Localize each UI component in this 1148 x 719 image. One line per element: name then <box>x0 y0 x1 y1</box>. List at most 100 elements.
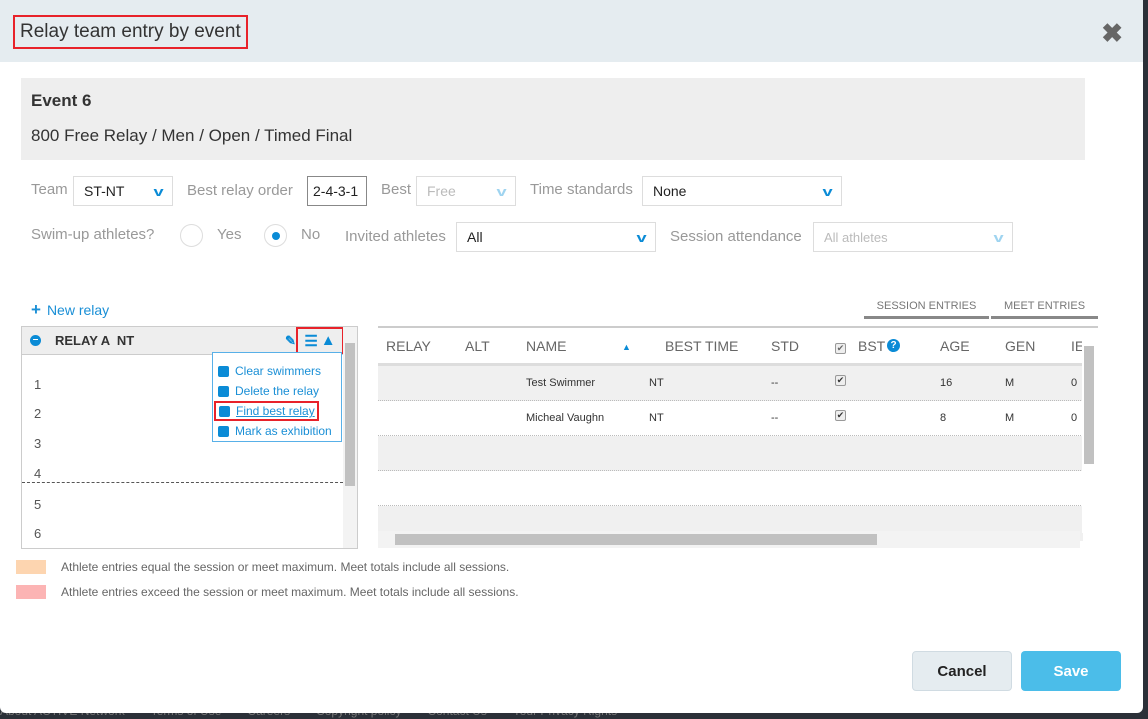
bullet-icon <box>218 385 229 397</box>
col-gen[interactable]: GEN <box>1005 338 1035 354</box>
triangle-up-icon: ▲ <box>320 332 336 349</box>
relay-header: – RELAY A NT ✎ ☰ ▲ <box>22 327 357 355</box>
ie: 0 <box>1071 412 1078 424</box>
athlete-name: Micheal Vaughn <box>526 412 605 424</box>
attendance-select[interactable]: All athletes v <box>813 222 1013 252</box>
time-standards-label: Time standards <box>530 181 633 198</box>
menu-icon: ☰ <box>304 332 318 350</box>
col-relay[interactable]: RELAY <box>386 338 431 354</box>
col-age[interactable]: AGE <box>940 338 970 354</box>
bullet-icon <box>218 365 229 377</box>
event-info: Event 6 800 Free Relay / Men / Open / Ti… <box>21 78 1085 160</box>
close-icon[interactable]: ✖ <box>1101 18 1123 49</box>
select-all-checkbox[interactable]: ✔ <box>835 343 846 354</box>
equal-swatch <box>16 560 46 574</box>
menu-label: Mark as exhibition <box>235 424 332 438</box>
age: 8 <box>940 412 947 424</box>
attendance-label: Session attendance <box>670 228 802 245</box>
plus-icon: + <box>31 300 41 319</box>
divider <box>22 482 343 483</box>
legend-exceed: Athlete entries exceed the session or me… <box>16 585 616 601</box>
menu-label: Find best relay <box>236 404 315 418</box>
invited-select[interactable]: All v <box>456 222 656 252</box>
relay-actions-menu: Clear swimmers Delete the relay Find bes… <box>212 352 342 442</box>
edit-icon[interactable]: ✎ <box>285 333 296 349</box>
event-description: 800 Free Relay / Men / Open / Timed Fina… <box>31 126 353 145</box>
team-label: Team <box>31 181 68 198</box>
save-button[interactable]: Save <box>1021 651 1121 691</box>
slot-number: 6 <box>34 526 42 541</box>
col-best-time[interactable]: BEST TIME <box>665 338 738 354</box>
slot-number: 4 <box>34 466 42 481</box>
attendance-value: All athletes <box>824 229 888 245</box>
sort-asc-icon[interactable]: ▲ <box>622 342 631 352</box>
collapse-icon[interactable]: – <box>30 335 41 346</box>
bullet-icon <box>218 425 229 437</box>
legend-text: Athlete entries equal the session or mee… <box>61 560 510 574</box>
relay-scrollbar[interactable] <box>343 327 357 548</box>
time-standards-select[interactable]: None v <box>642 176 842 206</box>
athlete-name: Test Swimmer <box>526 377 596 389</box>
modal-header: Relay team entry by event ✖ <box>0 0 1143 62</box>
ie: 0 <box>1071 377 1078 389</box>
bst-checkbox[interactable]: ✔ <box>835 410 846 421</box>
bullet-icon <box>219 405 230 417</box>
exceed-swatch <box>16 585 46 599</box>
best-order-label: Best relay order <box>187 182 293 199</box>
chevron-down-icon: v <box>636 229 647 245</box>
menu-label: Clear swimmers <box>235 364 322 378</box>
tab-meet-entries[interactable]: MEET ENTRIES <box>991 300 1098 319</box>
gender: M <box>1005 377 1015 389</box>
chevron-down-icon: v <box>496 183 507 199</box>
best-time: NT <box>649 377 664 389</box>
cancel-button[interactable]: Cancel <box>912 651 1012 691</box>
invited-value: All <box>467 229 483 245</box>
chevron-down-icon: v <box>993 229 1004 245</box>
slot-number: 3 <box>34 436 42 451</box>
no-label: No <box>301 226 321 243</box>
col-std[interactable]: STD <box>771 338 799 354</box>
table-row[interactable]: Test Swimmer NT -- ✔ 16 M 0 <box>378 366 1083 401</box>
relay-entry-modal: Relay team entry by event ✖ Event 6 800 … <box>0 0 1143 713</box>
chevron-down-icon: v <box>822 183 833 199</box>
col-bst[interactable]: BST <box>858 338 885 354</box>
swimup-yes-radio[interactable] <box>180 224 203 247</box>
best-order-input[interactable]: 2-4-3-1 <box>307 176 367 206</box>
yes-label: Yes <box>217 226 242 243</box>
grid-hscroll[interactable] <box>378 531 1080 548</box>
legend-text: Athlete entries exceed the session or me… <box>61 585 519 599</box>
slot-number: 2 <box>34 406 42 421</box>
chevron-down-icon: v <box>153 183 164 199</box>
team-select[interactable]: ST-NT v <box>73 176 173 206</box>
legend-equal: Athlete entries equal the session or mee… <box>16 560 616 576</box>
help-icon[interactable]: ? <box>887 339 900 352</box>
col-name[interactable]: NAME <box>526 338 566 354</box>
table-row[interactable]: Micheal Vaughn NT -- ✔ 8 M 0 <box>378 401 1083 436</box>
athlete-grid: RELAY ALT NAME ▲ BEST TIME STD ✔ BST ? A… <box>378 326 1098 549</box>
menu-item-find-best-relay[interactable]: Find best relay <box>214 401 319 421</box>
relay-menu-toggle[interactable]: ☰ ▲ <box>296 327 344 354</box>
table-row <box>378 436 1083 471</box>
bst-checkbox[interactable]: ✔ <box>835 375 846 386</box>
col-alt[interactable]: ALT <box>465 338 490 354</box>
best-time: NT <box>649 412 664 424</box>
age: 16 <box>940 377 953 389</box>
menu-item-clear-swimmers[interactable]: Clear swimmers <box>213 361 341 381</box>
std: -- <box>771 377 779 389</box>
gender: M <box>1005 412 1015 424</box>
swimup-no-radio[interactable] <box>264 224 287 247</box>
new-relay-label: New relay <box>46 302 110 318</box>
menu-item-mark-exhibition[interactable]: Mark as exhibition <box>213 421 341 441</box>
best-value: Free <box>427 183 456 199</box>
menu-item-delete-relay[interactable]: Delete the relay <box>213 381 341 401</box>
swimup-label: Swim-up athletes? <box>31 226 155 243</box>
best-select[interactable]: Free v <box>416 176 516 206</box>
invited-label: Invited athletes <box>345 228 446 245</box>
slot-number: 5 <box>34 497 42 512</box>
tab-session-entries[interactable]: SESSION ENTRIES <box>864 300 989 319</box>
grid-vscroll[interactable] <box>1082 328 1096 533</box>
time-standards-value: None <box>653 183 687 199</box>
modal-title: Relay team entry by event <box>13 15 248 49</box>
team-value: ST-NT <box>84 183 125 199</box>
new-relay-link[interactable]: + New relay <box>31 300 109 320</box>
